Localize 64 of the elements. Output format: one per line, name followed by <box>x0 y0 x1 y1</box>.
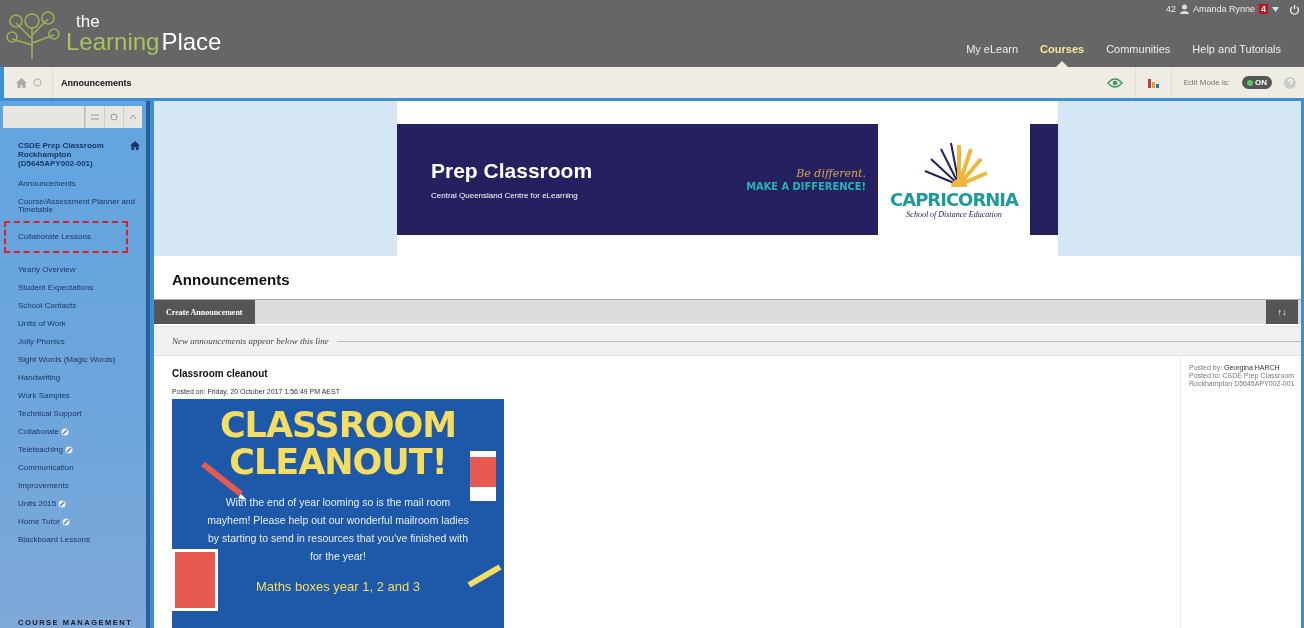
notification-count[interactable]: 42 <box>1165 4 1176 14</box>
circle-icon[interactable] <box>33 78 42 87</box>
bar-chart-icon[interactable] <box>1147 77 1159 88</box>
menu-item[interactable]: Student Expectations <box>0 279 146 297</box>
caret-icon[interactable] <box>1272 6 1279 12</box>
banner-title: Prep Classroom <box>431 159 593 183</box>
menu-item[interactable]: Sight Words (Magic Words) <box>0 351 146 369</box>
link-icon <box>64 446 73 454</box>
breadcrumb-current: Announcements <box>60 77 133 88</box>
flyer-heading: CLEANOUT! <box>229 444 447 481</box>
menu-item[interactable]: Technical Support <box>0 405 146 423</box>
menu-item[interactable]: Improvements <box>0 477 146 495</box>
menu-item[interactable]: Collaborate <box>0 423 146 441</box>
help-icon[interactable] <box>1284 76 1296 89</box>
menu-item[interactable]: Course/Assessment Planner and Timetable <box>0 193 146 219</box>
banner-slogan: Be different. <box>796 166 866 180</box>
home-icon[interactable] <box>16 77 27 88</box>
link-icon <box>58 500 67 508</box>
menu-item[interactable]: Blackboard Lessons <box>0 531 146 549</box>
menu-item[interactable]: Yearly Overview <box>0 261 146 279</box>
user-name[interactable]: Amanda Rynne <box>1192 4 1255 14</box>
notification-badge[interactable]: 4 <box>1259 4 1268 14</box>
sort-button[interactable]: ↑↓ <box>1266 299 1298 325</box>
create-announcement-button[interactable]: Create Announcement <box>154 299 255 325</box>
menu-item[interactable]: Home Tutor <box>0 513 146 531</box>
school-name: CAPRICORNIA <box>890 188 1018 210</box>
highlighted-menu-item[interactable]: Collaborate Lessons <box>6 223 126 251</box>
menu-item[interactable]: Jolly Phonics <box>0 333 146 351</box>
notebook-icon <box>172 549 218 611</box>
menu-item[interactable]: Communication <box>0 459 146 477</box>
menu-item[interactable]: Work Samples <box>0 387 146 405</box>
menu-item[interactable]: School Contacts <box>0 297 146 315</box>
menu-item[interactable]: Units 2015 <box>0 495 146 513</box>
menu-item[interactable]: Teleteaching <box>0 441 146 459</box>
link-icon <box>60 428 69 436</box>
nav-tab[interactable]: My eLearn <box>955 39 1030 67</box>
person-icon <box>1179 4 1189 14</box>
course-title[interactable]: CSDE Prep Classroom Rockhampton (D5645APY002-001) <box>18 141 130 168</box>
page-title: Announcements <box>172 271 291 290</box>
logo-text: Place <box>161 30 222 54</box>
eye-icon[interactable] <box>1106 77 1123 88</box>
nav-tab[interactable]: Help and Tutorials <box>1181 39 1292 67</box>
flyer-footer: Maths boxes year 1, 2 and 3 <box>255 579 420 594</box>
eraser-icon <box>470 451 496 501</box>
divider-note: New announcements appear below this line <box>172 336 329 347</box>
flyer-text: With the end of year looming so is the mail room mayhem! Please help out our wonderful mailroom ladies by starting to send in resources that you've finished with for the year! <box>206 495 470 564</box>
tree-logo-icon <box>4 8 62 59</box>
edit-mode-label: Edit Mode is: <box>1183 78 1230 87</box>
menu-item[interactable]: Announcements <box>0 175 146 193</box>
logo-text: the <box>76 13 101 30</box>
edit-mode-toggle[interactable]: ON <box>1242 76 1272 89</box>
banner-subtitle: Central Queensland Centre for eLearning <box>431 191 579 200</box>
banner-slogan: MAKE A DIFFERENCE! <box>746 179 866 193</box>
home-icon[interactable] <box>130 141 140 150</box>
announcement-title: Classroom cleanout <box>172 368 269 379</box>
logo-text: Learning <box>66 30 160 54</box>
school-tagline: School of Distance Education <box>906 209 1002 219</box>
power-icon[interactable] <box>1289 3 1300 15</box>
nav-tab[interactable]: Communities <box>1095 39 1182 67</box>
crayon-icon <box>466 564 502 588</box>
menu-item[interactable]: Handwriting <box>0 369 146 387</box>
link-icon <box>61 518 70 526</box>
flyer-heading: CLASSROOM <box>219 407 457 444</box>
menu-item[interactable]: Units of Work <box>0 315 146 333</box>
